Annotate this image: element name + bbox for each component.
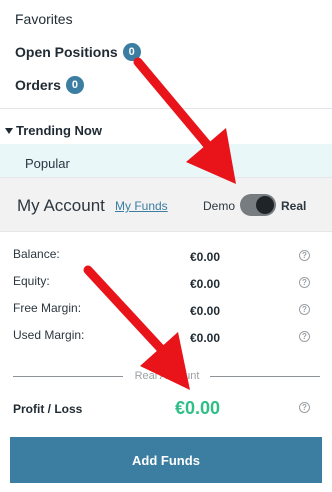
row-label: Used Margin: [13, 328, 85, 342]
popular-item[interactable]: Popular [25, 156, 70, 171]
row-value: €0.00 [190, 250, 221, 264]
account-header: My Account My Funds Demo Real [0, 177, 332, 232]
account-title: My Account [17, 196, 105, 215]
my-funds-link[interactable]: My Funds [115, 199, 168, 213]
nav-item-label: Open Positions [15, 44, 118, 60]
demo-real-toggle[interactable] [240, 194, 276, 216]
help-icon[interactable]: ? [299, 250, 310, 261]
row-label: Equity: [13, 274, 50, 288]
nav-item-label: Favorites [15, 11, 73, 27]
profit-loss-label: Profit / Loss [13, 402, 83, 416]
row-value: €0.00 [190, 277, 221, 291]
equity-row: Equity: €0.00 ? [0, 267, 332, 293]
trending-label: Trending Now [16, 123, 102, 138]
row-value: €0.00 [190, 304, 221, 318]
nav-item-open-positions[interactable]: Open Positions 0 [15, 43, 141, 61]
row-label: Free Margin: [13, 301, 82, 315]
toggle-knob [256, 196, 274, 214]
used-margin-row: Used Margin: €0.00 ? [0, 321, 332, 347]
profit-loss-value: €0.00 [175, 398, 221, 418]
separator-label: Real Account [134, 370, 200, 382]
help-icon[interactable]: ? [299, 402, 310, 413]
help-icon[interactable]: ? [299, 331, 310, 342]
count-badge: 0 [122, 43, 141, 61]
separator-line [210, 376, 320, 377]
help-icon[interactable]: ? [299, 277, 310, 288]
help-icon[interactable]: ? [299, 304, 310, 315]
real-label: Real [281, 199, 307, 213]
free-margin-row: Free Margin: €0.00 ? [0, 294, 332, 320]
nav-item-favorites[interactable]: Favorites [15, 11, 73, 27]
add-funds-button[interactable]: Add Funds [10, 437, 322, 483]
separator-line [13, 376, 123, 377]
row-value: €0.00 [190, 331, 221, 345]
nav-item-label: Orders [15, 77, 61, 93]
caret-down-icon [5, 127, 13, 134]
divider [0, 108, 332, 109]
balance-row: Balance: €0.00 ? [0, 240, 332, 266]
nav-item-orders[interactable]: Orders 0 [15, 76, 84, 94]
row-label: Balance: [13, 247, 60, 261]
count-badge: 0 [65, 76, 84, 94]
trending-now-toggle[interactable]: Trending Now [5, 123, 102, 138]
demo-label: Demo [203, 199, 236, 213]
